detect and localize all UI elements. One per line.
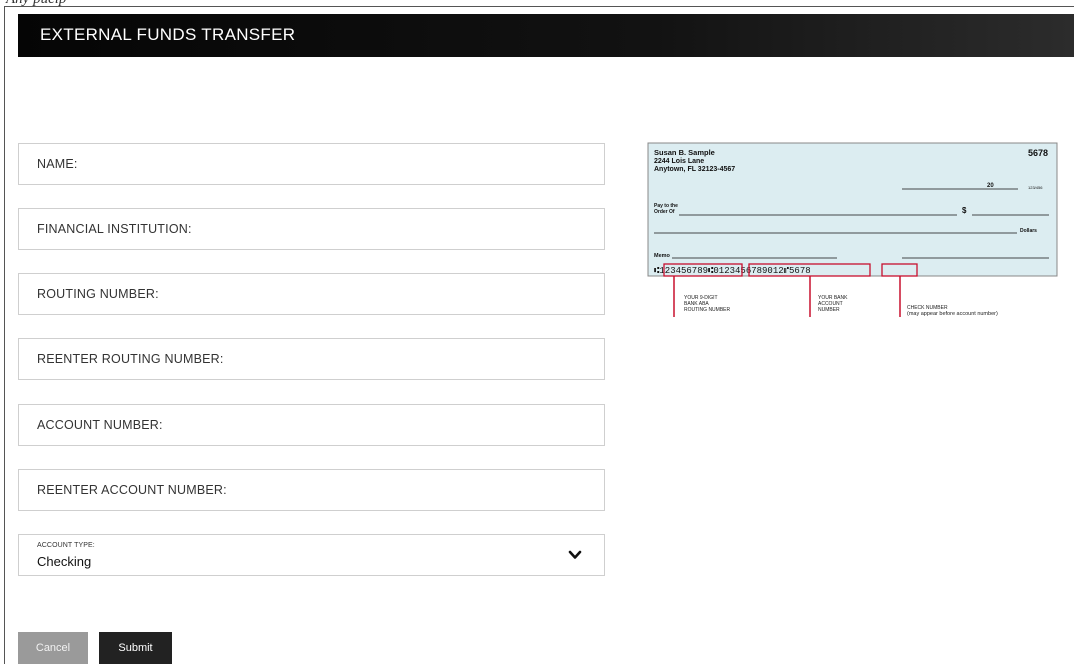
page-title: EXTERNAL FUNDS TRANSFER bbox=[40, 25, 296, 44]
check-payer-name: Susan B. Sample bbox=[654, 148, 715, 157]
reenter-account-number-field[interactable]: REENTER ACCOUNT NUMBER: bbox=[18, 469, 605, 511]
memo-label: Memo bbox=[654, 253, 671, 259]
page-header: EXTERNAL FUNDS TRANSFER bbox=[18, 14, 1074, 57]
dollar-sign: $ bbox=[962, 206, 967, 215]
frame-border-left bbox=[4, 6, 5, 664]
check-fraction: 123/456 bbox=[1028, 185, 1043, 190]
routing-number-field[interactable]: ROUTING NUMBER: bbox=[18, 273, 605, 315]
account-number-label: ACCOUNT NUMBER: bbox=[37, 418, 163, 432]
chevron-down-icon[interactable] bbox=[568, 549, 582, 561]
frame-border-top bbox=[4, 6, 1074, 7]
check-body bbox=[647, 142, 1058, 277]
date-label: 20 bbox=[987, 183, 994, 189]
cancel-button[interactable]: Cancel bbox=[18, 632, 88, 664]
name-field-label: NAME: bbox=[37, 157, 78, 171]
name-field[interactable]: NAME: bbox=[18, 143, 605, 185]
submit-button[interactable]: Submit bbox=[99, 632, 172, 664]
check-address-line2: Anytown, FL 32123-4567 bbox=[654, 166, 735, 173]
check-address-line1: 2244 Lois Lane bbox=[654, 158, 704, 165]
reenter-account-number-label: REENTER ACCOUNT NUMBER: bbox=[37, 483, 227, 497]
routing-number-label: ROUTING NUMBER: bbox=[37, 287, 159, 301]
sample-check-image: Susan B. Sample 2244 Lois Lane Anytown, … bbox=[647, 142, 1058, 317]
checknum-label-line2: (may appear before account number) bbox=[907, 311, 998, 317]
reenter-routing-number-label: REENTER ROUTING NUMBER: bbox=[37, 352, 224, 366]
micr-line: ⑆123456789⑆0123456789012⑈5678 bbox=[654, 266, 811, 276]
financial-institution-field[interactable]: FINANCIAL INSTITUTION: bbox=[18, 208, 605, 250]
account-label-line3: NUMBER bbox=[818, 307, 840, 313]
account-type-select[interactable]: ACCOUNT TYPE: Checking bbox=[18, 534, 605, 576]
pay-to-line2: Order Of bbox=[654, 209, 675, 215]
check-number-top: 5678 bbox=[1028, 148, 1048, 158]
account-type-value: Checking bbox=[37, 554, 92, 569]
routing-label-line3: ROUTING NUMBER bbox=[684, 307, 731, 313]
account-number-field[interactable]: ACCOUNT NUMBER: bbox=[18, 404, 605, 446]
financial-institution-label: FINANCIAL INSTITUTION: bbox=[37, 222, 192, 236]
dollars-label: Dollars bbox=[1020, 228, 1037, 234]
account-type-label: ACCOUNT TYPE: bbox=[37, 542, 95, 549]
reenter-routing-number-field[interactable]: REENTER ROUTING NUMBER: bbox=[18, 338, 605, 380]
